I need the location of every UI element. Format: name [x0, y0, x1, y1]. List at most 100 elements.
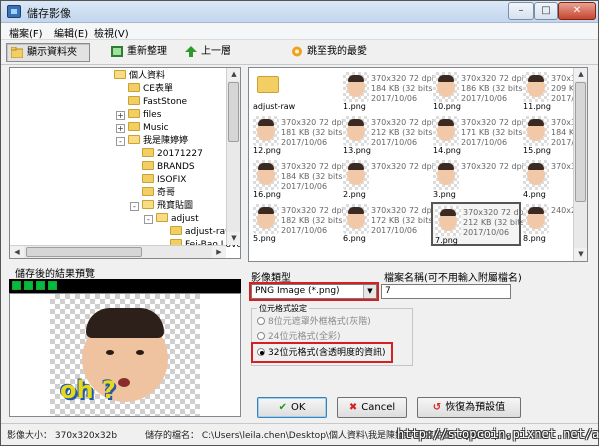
tree-item[interactable]: ISOFIX: [142, 174, 186, 187]
thumbnail-item[interactable]: 370x320 72 dpi 186 KB (32 bits 2017/10/06 1…: [431, 70, 524, 114]
image-size-status: 影像大小： 370x320x32b: [7, 431, 118, 441]
tree-item[interactable]: 飛寶貼圖: [142, 200, 193, 213]
tree-item[interactable]: 個人資料: [114, 70, 165, 83]
cancel-button[interactable]: ✖ Cancel: [337, 397, 407, 418]
baby-hair: [348, 119, 364, 126]
thumbs-vertical-scrollbar[interactable]: ▲ ▼: [573, 68, 587, 261]
collapse-toggle[interactable]: -: [144, 215, 153, 224]
scroll-thumb[interactable]: [228, 82, 239, 142]
scroll-left-icon[interactable]: ◀: [10, 246, 24, 258]
tree-item[interactable]: adjust-raw: [170, 226, 232, 239]
radio-icon: [257, 316, 265, 325]
app-icon: [7, 5, 21, 18]
thumbnail-folder[interactable]: adjust-raw: [251, 70, 341, 114]
scroll-right-icon[interactable]: ▶: [212, 246, 226, 258]
tree-item-label: 我是陳婷婷: [143, 136, 189, 146]
show-folder-label: 顯示資料夾: [27, 47, 77, 58]
scroll-thumb[interactable]: [575, 82, 586, 202]
tree-item[interactable]: 我是陳婷婷: [128, 135, 188, 148]
thumbnail-grid[interactable]: adjust-raw 370x320 72 dpi 184 KB (32 bits 2…: [248, 67, 588, 262]
menu-file[interactable]: 檔案(F): [9, 25, 43, 40]
thumbnail-item[interactable]: 370x320 72 dpi184 KB (32 bits2017/10/061…: [341, 70, 434, 114]
thumbnail-name: adjust-raw: [253, 102, 296, 111]
folder-icon: [142, 161, 154, 170]
folder-tree[interactable]: 個人資料 CE表單 FastStone + files + Music - 我是…: [9, 67, 241, 259]
folder-icon: [142, 174, 154, 183]
tree-item[interactable]: FastStone: [128, 96, 187, 109]
scroll-down-icon[interactable]: ▼: [574, 248, 587, 261]
thumbnail-info-line: 182 KB (32 bits: [281, 216, 343, 225]
tree-item[interactable]: 20171227: [142, 148, 203, 161]
thumbnail-item[interactable]: 370x320 72 dpi 2.png: [341, 158, 434, 202]
tree-horizontal-scrollbar[interactable]: ◀ ▶: [10, 245, 226, 258]
tree-item[interactable]: adjust: [156, 213, 199, 226]
fit-icon[interactable]: [36, 281, 45, 290]
thumbnail-item[interactable]: [341, 246, 431, 261]
close-button[interactable]: ✕: [558, 2, 596, 20]
menu-edit[interactable]: 編輯(E): [54, 25, 88, 40]
thumbnail-item[interactable]: 370x320 72 dpi 182 KB (32 bits 2017/10/06 5…: [251, 202, 344, 246]
thumbnail-info-line: 370x320 72 dpi: [281, 118, 344, 127]
thumbnail-item[interactable]: [251, 246, 341, 261]
reset-defaults-button[interactable]: ↺ 恢復為預設值: [417, 397, 521, 418]
zoom-out-icon[interactable]: [24, 281, 33, 290]
expand-toggle[interactable]: +: [116, 124, 125, 133]
scroll-thumb[interactable]: [26, 247, 142, 257]
thumbnail-item[interactable]: 370x320 72 dpi 212 KB (32 bits 2017/10/06 7…: [431, 202, 526, 246]
thumbnail-item[interactable]: 370x320 72 dpi 181 KB (32 bits 2017/10/06 1…: [251, 114, 344, 158]
folder-icon: [156, 213, 168, 222]
scroll-down-icon[interactable]: ▼: [227, 232, 240, 245]
cancel-label: Cancel: [361, 402, 396, 413]
folder-icon: [142, 187, 154, 196]
thumbnail-image: [343, 204, 369, 234]
thumbnail-item[interactable]: [431, 246, 521, 261]
minimize-button[interactable]: –: [508, 2, 534, 20]
thumbnail-item[interactable]: 370x320 72 dpi 171 KB (32 bits 2017/10/06 1…: [431, 114, 524, 158]
tree-item[interactable]: files: [128, 109, 161, 122]
filename-input[interactable]: 7: [381, 284, 511, 299]
folder-icon: [128, 122, 140, 131]
scroll-up-icon[interactable]: ▲: [227, 68, 240, 81]
reset-label: 恢復為預設值: [445, 402, 506, 413]
folder-icon: [128, 96, 140, 105]
thumbnail-info-line: 370x320 72 dpi: [371, 118, 434, 127]
baby-hair: [348, 163, 364, 170]
thumbnail-info-line: 186 KB (32 bits: [461, 84, 523, 93]
collapse-toggle[interactable]: -: [116, 137, 125, 146]
favorites-button[interactable]: 跳至我的最愛: [287, 43, 377, 62]
tree-item-label: 飛寶貼圖: [157, 201, 194, 211]
radio-8bit[interactable]: 8位元遮罩外框格式(灰階): [257, 316, 371, 328]
zoom-in-icon[interactable]: [12, 281, 21, 290]
thumbnail-info-line: 184 KB (32 bits: [281, 172, 343, 181]
thumbnail-item[interactable]: 370x320 72 dpi184 KB (32 bits2017/10/061…: [251, 158, 344, 202]
expand-toggle[interactable]: +: [116, 111, 125, 120]
scroll-up-icon[interactable]: ▲: [574, 68, 587, 81]
ok-button[interactable]: ✔ OK: [257, 397, 327, 418]
maximize-button[interactable]: □: [534, 2, 558, 20]
thumbnail-info-line: 370x320 72 dpi: [461, 162, 524, 171]
menu-view[interactable]: 檢視(V): [94, 25, 129, 40]
thumbnail-info: 370x320 72 dpi 182 KB (32 bits 2017/10/06: [281, 206, 344, 236]
show-folder-button[interactable]: 顯示資料夾: [6, 43, 90, 62]
folder-icon: [128, 135, 140, 144]
actual-size-icon[interactable]: [48, 281, 57, 290]
thumbnail-info: 370x320 72 dpi 172 KB (32 bits 2017/10/06: [371, 206, 434, 236]
thumbnail-name: 14.png: [433, 146, 461, 155]
thumbnail-item[interactable]: 370x320 72 dpi 212 KB (32 bits 2017/10/06 1…: [341, 114, 434, 158]
thumbnail-info-line: 370x320 72 dpi: [371, 74, 434, 83]
tree-item[interactable]: BRANDS: [142, 161, 195, 174]
tree-item[interactable]: Music: [128, 122, 169, 135]
folder-tree-icon: [11, 47, 23, 58]
up-level-button[interactable]: 上一層: [181, 43, 241, 62]
thumbnail-item[interactable]: 370x320 72 dpi 3.png: [431, 158, 524, 202]
collapse-toggle[interactable]: -: [130, 202, 139, 211]
tree-vertical-scrollbar[interactable]: ▲ ▼: [226, 68, 240, 245]
filename-label: 檔案名稱(可不用輸入附屬檔名): [384, 273, 522, 284]
radio-label: 24位元格式(全彩): [268, 332, 341, 342]
favorites-icon: [292, 46, 302, 57]
tree-item[interactable]: CE表單: [128, 83, 173, 96]
tree-item[interactable]: 奇哥: [142, 187, 175, 200]
thumbnail-item[interactable]: 370x320 72 dpi 172 KB (32 bits 2017/10/06 6…: [341, 202, 434, 246]
baby-eye: [136, 350, 144, 355]
refresh-button[interactable]: 重新整理: [107, 43, 187, 62]
